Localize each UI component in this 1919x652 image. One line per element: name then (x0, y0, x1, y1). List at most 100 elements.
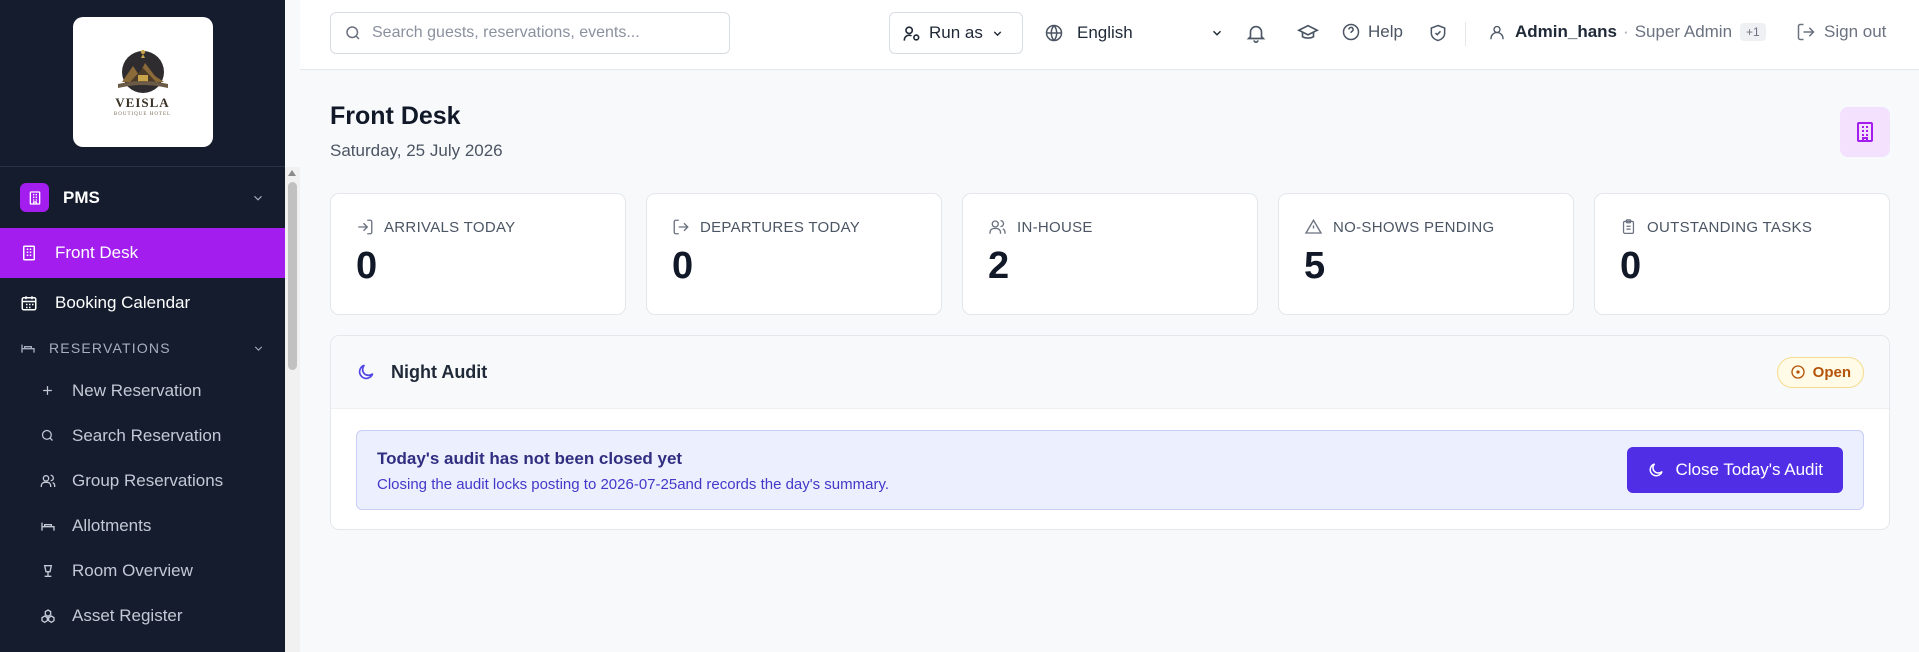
user-separator: · (1623, 22, 1629, 41)
clipboard-icon (1620, 218, 1637, 236)
sidebar-item-search-reservation[interactable]: Search Reservation (0, 413, 285, 458)
close-audit-button[interactable]: Close Today's Audit (1627, 447, 1843, 493)
status-text: Open (1812, 363, 1851, 381)
log-out-icon (672, 218, 690, 236)
logo-wordmark: VEISLA (115, 94, 170, 110)
sidebar-item-label: Room Overview (72, 560, 193, 580)
search-icon (40, 428, 56, 443)
graduation-cap-icon[interactable] (1296, 22, 1320, 44)
bed-icon (20, 340, 38, 356)
night-audit-card: Night Audit Open Today's audit has not b… (330, 335, 1890, 530)
sidebar-item-label: Asset Register (72, 605, 183, 625)
building-icon (20, 183, 49, 212)
moon-icon (358, 364, 374, 380)
sidebar-item-group-reservations[interactable]: Group Reservations (0, 458, 285, 503)
stat-card-in-house[interactable]: IN-HOUSE 2 (962, 193, 1258, 315)
help-circle-icon (1342, 23, 1360, 41)
scrollbar-thumb[interactable] (288, 182, 297, 370)
logo-subtitle: BOUTIQUE HOTEL (113, 111, 172, 117)
lamp-icon (40, 563, 56, 579)
topbar-divider (1465, 22, 1466, 46)
language-select[interactable]: English (1044, 12, 1224, 54)
topbar: Run as English Help Admin_hans · Super A… (300, 0, 1919, 70)
stat-label: DEPARTURES TODAY (700, 218, 861, 236)
section-label: RESERVATIONS (49, 340, 171, 356)
alert-description: Closing the audit locks posting to 2026-… (377, 476, 890, 493)
stat-card-departures[interactable]: DEPARTURES TODAY 0 (646, 193, 942, 315)
search-icon (346, 26, 360, 40)
help-label: Help (1368, 22, 1403, 41)
sidebar-item-label: Booking Calendar (55, 293, 191, 312)
stat-value: 0 (356, 245, 378, 287)
shield-check-icon[interactable] (1428, 22, 1448, 44)
sidebar-item-allotments[interactable]: Allotments (0, 503, 285, 548)
chevron-down-icon (254, 195, 262, 201)
close-audit-label: Close Today's Audit (1675, 460, 1823, 479)
module-label: PMS (63, 187, 100, 207)
help-button[interactable]: Help (1341, 22, 1403, 42)
language-value: English (1077, 23, 1133, 42)
alert-triangle-icon (1304, 218, 1323, 236)
building-icon (1857, 122, 1873, 142)
users-icon (40, 473, 56, 489)
night-audit-title: Night Audit (391, 361, 488, 382)
stat-value: 2 (988, 245, 1010, 287)
stat-value: 0 (1620, 245, 1642, 287)
chevron-down-icon (254, 345, 263, 351)
sidebar-item-new-reservation[interactable]: New Reservation (0, 368, 285, 413)
scroll-up-arrow-icon[interactable] (288, 170, 296, 176)
global-search[interactable] (330, 12, 730, 54)
sidebar-item-label: Group Reservations (72, 470, 224, 490)
sidebar-scrollbar[interactable] (285, 167, 300, 652)
sidebar-item-label: New Reservation (72, 380, 202, 400)
log-out-icon (1797, 23, 1815, 41)
bed-icon (40, 518, 56, 534)
stat-card-arrivals[interactable]: ARRIVALS TODAY 0 (330, 193, 626, 315)
stat-value: 5 (1304, 245, 1326, 287)
main-content: Front Desk Saturday, 25 July 2026 ARRIVA… (300, 71, 1919, 652)
chevron-down-icon (1212, 30, 1222, 36)
users-icon (988, 218, 1007, 236)
night-audit-header: Night Audit Open (331, 336, 1889, 409)
user-cog-icon (903, 25, 920, 41)
stat-label: NO-SHOWS PENDING (1333, 218, 1495, 236)
brand-logo[interactable]: VEISLA BOUTIQUE HOTEL (72, 17, 213, 147)
extra-roles-badge: +1 (1740, 23, 1766, 41)
plus-icon (40, 383, 56, 398)
user-name: Admin_hans (1515, 22, 1618, 41)
run-as-label: Run as (929, 23, 983, 42)
page-title: Front Desk (330, 102, 461, 130)
sign-out-label: Sign out (1824, 22, 1887, 41)
chevron-down-icon (993, 30, 1002, 36)
logo-area: VEISLA BOUTIQUE HOTEL (0, 0, 285, 167)
search-input[interactable] (372, 24, 712, 42)
bell-icon[interactable] (1245, 22, 1267, 44)
stat-card-outstanding-tasks[interactable]: OUTSTANDING TASKS 0 (1594, 193, 1890, 315)
logo-emblem-icon (117, 49, 168, 93)
run-as-button[interactable]: Run as (889, 12, 1023, 54)
log-in-icon (356, 218, 374, 236)
sidebar-item-label: Allotments (72, 515, 152, 535)
boxes-icon (40, 608, 56, 624)
sidebar-item-room-overview[interactable]: Room Overview (0, 548, 285, 593)
sidebar-item-front-desk[interactable]: Front Desk (0, 228, 285, 278)
module-switcher[interactable]: PMS (0, 167, 285, 228)
page-date: Saturday, 25 July 2026 (330, 141, 503, 160)
user-menu[interactable]: Admin_hans · Super Admin +1 (1488, 22, 1766, 42)
sign-out-button[interactable]: Sign out (1796, 22, 1886, 42)
sidebar-item-booking-calendar[interactable]: Booking Calendar (0, 278, 285, 328)
globe-icon (1045, 24, 1063, 42)
sidebar-nav: PMS Front Desk Booking Calendar RESERVAT… (0, 167, 285, 638)
stats-row: ARRIVALS TODAY 0 DEPARTURES TODAY 0 IN-H… (330, 193, 1890, 315)
sidebar: VEISLA BOUTIQUE HOTEL PMS Front Desk Boo… (0, 0, 285, 652)
front-desk-header-icon (1840, 107, 1890, 157)
sidebar-section-reservations[interactable]: RESERVATIONS (0, 328, 285, 368)
sidebar-item-label: Search Reservation (72, 425, 222, 445)
moon-icon (1649, 463, 1664, 477)
sidebar-item-asset-register[interactable]: Asset Register (0, 593, 285, 638)
calendar-icon (20, 294, 40, 312)
user-icon (1490, 25, 1504, 39)
stat-value: 0 (672, 245, 694, 287)
alert-title: Today's audit has not been closed yet (377, 449, 683, 468)
stat-card-no-shows[interactable]: NO-SHOWS PENDING 5 (1278, 193, 1574, 315)
